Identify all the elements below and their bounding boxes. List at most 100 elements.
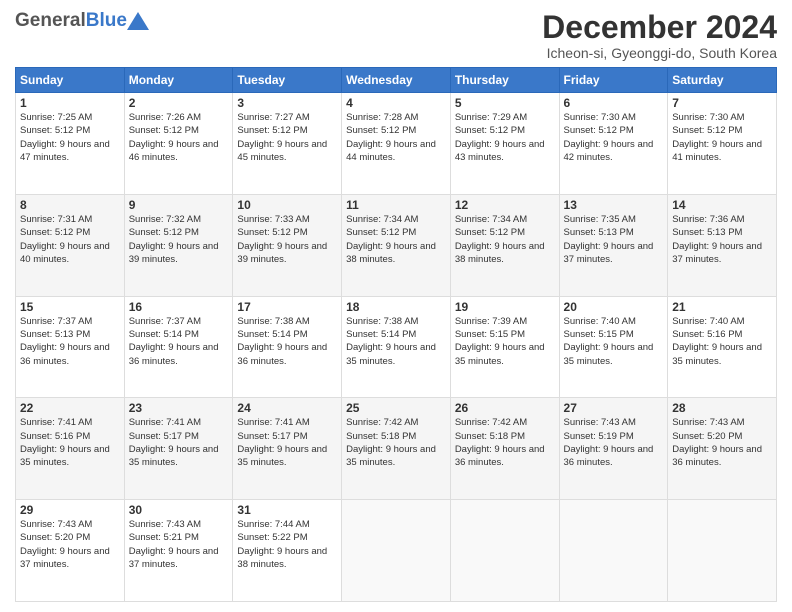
calendar-cell: 1 Sunrise: 7:25 AM Sunset: 5:12 PM Dayli… — [16, 93, 125, 195]
sunset-label: Sunset: 5:16 PM — [672, 329, 742, 340]
sunrise-label: Sunrise: 7:28 AM — [346, 112, 418, 123]
sunset-label: Sunset: 5:18 PM — [346, 431, 416, 442]
calendar-cell — [450, 500, 559, 602]
daylight-label: Daylight: 9 hours and 42 minutes. — [564, 139, 654, 163]
calendar-week-1: 1 Sunrise: 7:25 AM Sunset: 5:12 PM Dayli… — [16, 93, 777, 195]
day-number: 28 — [672, 401, 772, 415]
daylight-label: Daylight: 9 hours and 35 minutes. — [129, 444, 219, 468]
day-number: 22 — [20, 401, 120, 415]
calendar-header-friday: Friday — [559, 68, 668, 93]
day-number: 16 — [129, 300, 229, 314]
calendar-header-row: SundayMondayTuesdayWednesdayThursdayFrid… — [16, 68, 777, 93]
location: Icheon-si, Gyeonggi-do, South Korea — [542, 45, 777, 61]
calendar-cell: 16 Sunrise: 7:37 AM Sunset: 5:14 PM Dayl… — [124, 296, 233, 398]
day-info: Sunrise: 7:38 AM Sunset: 5:14 PM Dayligh… — [346, 315, 446, 368]
daylight-label: Daylight: 9 hours and 36 minutes. — [20, 342, 110, 366]
calendar-cell: 13 Sunrise: 7:35 AM Sunset: 5:13 PM Dayl… — [559, 194, 668, 296]
sunrise-label: Sunrise: 7:27 AM — [237, 112, 309, 123]
sunrise-label: Sunrise: 7:42 AM — [455, 417, 527, 428]
calendar-header-sunday: Sunday — [16, 68, 125, 93]
daylight-label: Daylight: 9 hours and 37 minutes. — [129, 546, 219, 570]
calendar-cell: 3 Sunrise: 7:27 AM Sunset: 5:12 PM Dayli… — [233, 93, 342, 195]
day-number: 12 — [455, 198, 555, 212]
daylight-label: Daylight: 9 hours and 35 minutes. — [20, 444, 110, 468]
day-info: Sunrise: 7:26 AM Sunset: 5:12 PM Dayligh… — [129, 111, 229, 164]
sunrise-label: Sunrise: 7:41 AM — [129, 417, 201, 428]
day-info: Sunrise: 7:27 AM Sunset: 5:12 PM Dayligh… — [237, 111, 337, 164]
calendar-header-tuesday: Tuesday — [233, 68, 342, 93]
day-number: 31 — [237, 503, 337, 517]
sunset-label: Sunset: 5:12 PM — [346, 227, 416, 238]
sunrise-label: Sunrise: 7:43 AM — [20, 519, 92, 530]
day-info: Sunrise: 7:33 AM Sunset: 5:12 PM Dayligh… — [237, 213, 337, 266]
daylight-label: Daylight: 9 hours and 46 minutes. — [129, 139, 219, 163]
day-number: 6 — [564, 96, 664, 110]
day-info: Sunrise: 7:41 AM Sunset: 5:17 PM Dayligh… — [237, 416, 337, 469]
logo-blue-text: Blue — [86, 10, 127, 32]
day-info: Sunrise: 7:43 AM Sunset: 5:20 PM Dayligh… — [672, 416, 772, 469]
sunset-label: Sunset: 5:12 PM — [564, 125, 634, 136]
daylight-label: Daylight: 9 hours and 35 minutes. — [346, 444, 436, 468]
sunrise-label: Sunrise: 7:40 AM — [672, 316, 744, 327]
month-title: December 2024 — [542, 10, 777, 45]
day-info: Sunrise: 7:39 AM Sunset: 5:15 PM Dayligh… — [455, 315, 555, 368]
logo: General Blue — [15, 10, 149, 32]
day-info: Sunrise: 7:40 AM Sunset: 5:16 PM Dayligh… — [672, 315, 772, 368]
calendar-header-monday: Monday — [124, 68, 233, 93]
day-info: Sunrise: 7:34 AM Sunset: 5:12 PM Dayligh… — [455, 213, 555, 266]
day-number: 1 — [20, 96, 120, 110]
sunrise-label: Sunrise: 7:41 AM — [237, 417, 309, 428]
calendar-cell: 9 Sunrise: 7:32 AM Sunset: 5:12 PM Dayli… — [124, 194, 233, 296]
calendar-cell: 8 Sunrise: 7:31 AM Sunset: 5:12 PM Dayli… — [16, 194, 125, 296]
day-info: Sunrise: 7:44 AM Sunset: 5:22 PM Dayligh… — [237, 518, 337, 571]
daylight-label: Daylight: 9 hours and 35 minutes. — [455, 342, 545, 366]
daylight-label: Daylight: 9 hours and 35 minutes. — [237, 444, 327, 468]
day-info: Sunrise: 7:41 AM Sunset: 5:17 PM Dayligh… — [129, 416, 229, 469]
sunrise-label: Sunrise: 7:43 AM — [129, 519, 201, 530]
sunrise-label: Sunrise: 7:38 AM — [237, 316, 309, 327]
daylight-label: Daylight: 9 hours and 44 minutes. — [346, 139, 436, 163]
day-info: Sunrise: 7:37 AM Sunset: 5:14 PM Dayligh… — [129, 315, 229, 368]
daylight-label: Daylight: 9 hours and 45 minutes. — [237, 139, 327, 163]
calendar-cell: 2 Sunrise: 7:26 AM Sunset: 5:12 PM Dayli… — [124, 93, 233, 195]
sunset-label: Sunset: 5:17 PM — [237, 431, 307, 442]
daylight-label: Daylight: 9 hours and 38 minutes. — [455, 241, 545, 265]
sunset-label: Sunset: 5:15 PM — [455, 329, 525, 340]
daylight-label: Daylight: 9 hours and 47 minutes. — [20, 139, 110, 163]
day-info: Sunrise: 7:30 AM Sunset: 5:12 PM Dayligh… — [564, 111, 664, 164]
sunset-label: Sunset: 5:12 PM — [20, 227, 90, 238]
calendar-cell: 26 Sunrise: 7:42 AM Sunset: 5:18 PM Dayl… — [450, 398, 559, 500]
calendar-cell: 4 Sunrise: 7:28 AM Sunset: 5:12 PM Dayli… — [342, 93, 451, 195]
daylight-label: Daylight: 9 hours and 35 minutes. — [564, 342, 654, 366]
day-number: 10 — [237, 198, 337, 212]
sunrise-label: Sunrise: 7:30 AM — [564, 112, 636, 123]
calendar-cell: 17 Sunrise: 7:38 AM Sunset: 5:14 PM Dayl… — [233, 296, 342, 398]
calendar-header-saturday: Saturday — [668, 68, 777, 93]
sunrise-label: Sunrise: 7:29 AM — [455, 112, 527, 123]
sunset-label: Sunset: 5:18 PM — [455, 431, 525, 442]
daylight-label: Daylight: 9 hours and 37 minutes. — [20, 546, 110, 570]
sunset-label: Sunset: 5:12 PM — [346, 125, 416, 136]
sunset-label: Sunset: 5:20 PM — [20, 532, 90, 543]
daylight-label: Daylight: 9 hours and 36 minutes. — [237, 342, 327, 366]
sunset-label: Sunset: 5:13 PM — [20, 329, 90, 340]
day-info: Sunrise: 7:34 AM Sunset: 5:12 PM Dayligh… — [346, 213, 446, 266]
sunset-label: Sunset: 5:13 PM — [564, 227, 634, 238]
sunset-label: Sunset: 5:14 PM — [346, 329, 416, 340]
calendar-cell: 31 Sunrise: 7:44 AM Sunset: 5:22 PM Dayl… — [233, 500, 342, 602]
sunrise-label: Sunrise: 7:44 AM — [237, 519, 309, 530]
day-info: Sunrise: 7:36 AM Sunset: 5:13 PM Dayligh… — [672, 213, 772, 266]
sunset-label: Sunset: 5:22 PM — [237, 532, 307, 543]
calendar-cell: 22 Sunrise: 7:41 AM Sunset: 5:16 PM Dayl… — [16, 398, 125, 500]
sunset-label: Sunset: 5:20 PM — [672, 431, 742, 442]
sunset-label: Sunset: 5:15 PM — [564, 329, 634, 340]
sunset-label: Sunset: 5:12 PM — [237, 227, 307, 238]
calendar-cell — [559, 500, 668, 602]
sunset-label: Sunset: 5:12 PM — [129, 125, 199, 136]
day-number: 7 — [672, 96, 772, 110]
calendar-cell — [342, 500, 451, 602]
day-info: Sunrise: 7:38 AM Sunset: 5:14 PM Dayligh… — [237, 315, 337, 368]
day-number: 20 — [564, 300, 664, 314]
sunset-label: Sunset: 5:16 PM — [20, 431, 90, 442]
sunrise-label: Sunrise: 7:34 AM — [455, 214, 527, 225]
